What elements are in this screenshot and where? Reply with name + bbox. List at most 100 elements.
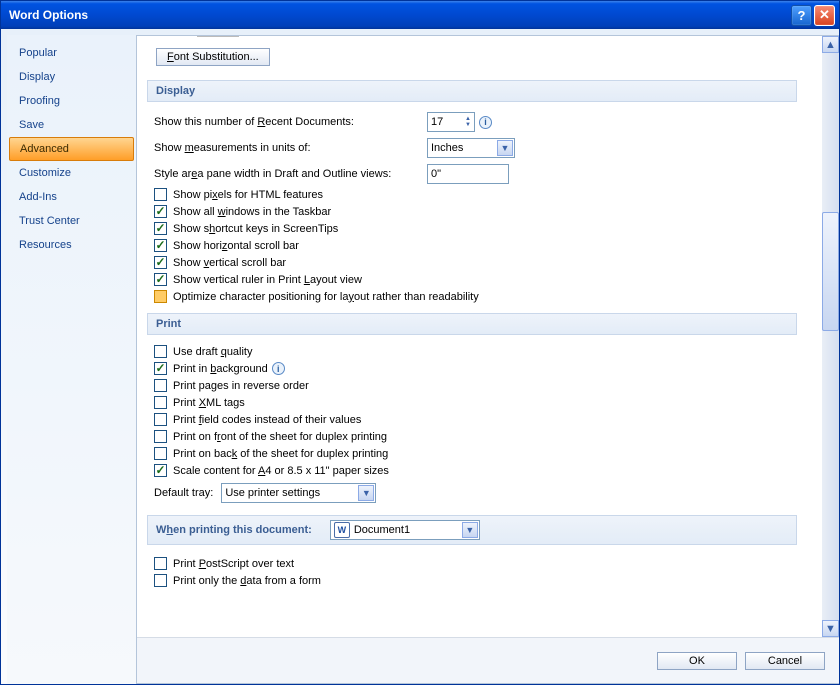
print-check-label-5: Print on front of the sheet for duplex p… xyxy=(173,431,387,443)
sidebar: Popular Display Proofing Save Advanced C… xyxy=(7,35,136,684)
vertical-scrollbar[interactable]: ▲ ▼ xyxy=(822,36,839,637)
display-check-row-5: Show vertical ruler in Print Layout view xyxy=(154,273,797,286)
display-check-row-6: Optimize character positioning for layou… xyxy=(154,290,797,303)
word-doc-icon: W xyxy=(334,522,350,538)
display-check-label-3: Show horizontal scroll bar xyxy=(173,240,299,252)
print-check-checkbox-6[interactable] xyxy=(154,447,167,460)
cancel-button[interactable]: Cancel xyxy=(745,652,825,670)
print-check-label-1: Print in background xyxy=(173,363,268,375)
print-check-row-1: Print in background i xyxy=(154,362,797,375)
main-panel: Size: Font Substitution... Display Show … xyxy=(136,35,839,684)
clipped-prev-section: Size: Font Substitution... xyxy=(147,42,797,72)
display-check-row-0: Show pixels for HTML features xyxy=(154,188,797,201)
content-pane: Size: Font Substitution... Display Show … xyxy=(137,36,839,637)
sidebar-item-save[interactable]: Save xyxy=(7,113,136,137)
sidebar-item-proofing[interactable]: Proofing xyxy=(7,89,136,113)
content-inner: Size: Font Substitution... Display Show … xyxy=(137,36,822,637)
print-check-checkbox-2[interactable] xyxy=(154,379,167,392)
print-check-checkbox-7[interactable] xyxy=(154,464,167,477)
display-check-row-1: Show all windows in the Taskbar xyxy=(154,205,797,218)
section-print-doc: When printing this document: W Document1… xyxy=(147,515,797,545)
recent-docs-value: 17 xyxy=(431,116,443,128)
printdoc-check-checkbox-0[interactable] xyxy=(154,557,167,570)
display-check-checkbox-0[interactable] xyxy=(154,188,167,201)
style-area-input[interactable]: 0" xyxy=(427,164,509,184)
font-substitution-label: Font Substitution... xyxy=(167,51,259,63)
style-area-label: Style area pane width in Draft and Outli… xyxy=(154,168,427,180)
scroll-thumb[interactable] xyxy=(822,212,839,331)
print-check-row-2: Print pages in reverse order xyxy=(154,379,797,392)
chevron-down-icon: ▼ xyxy=(497,140,513,156)
display-check-row-3: Show horizontal scroll bar xyxy=(154,239,797,252)
footer: OK Cancel xyxy=(137,637,839,683)
display-check-label-2: Show shortcut keys in ScreenTips xyxy=(173,223,338,235)
chevron-down-icon: ▼ xyxy=(358,485,374,501)
print-check-checkbox-1[interactable] xyxy=(154,362,167,375)
print-doc-combo[interactable]: W Document1 ▼ xyxy=(330,520,480,540)
info-icon[interactable]: i xyxy=(272,362,285,375)
print-check-row-4: Print field codes instead of their value… xyxy=(154,413,797,426)
display-check-checkbox-5[interactable] xyxy=(154,273,167,286)
scroll-track[interactable] xyxy=(822,53,839,620)
help-button[interactable]: ? xyxy=(791,5,812,26)
sidebar-item-popular[interactable]: Popular xyxy=(7,41,136,65)
display-check-checkbox-1[interactable] xyxy=(154,205,167,218)
print-check-checkbox-5[interactable] xyxy=(154,430,167,443)
display-check-label-5: Show vertical ruler in Print Layout view xyxy=(173,274,362,286)
sidebar-item-display[interactable]: Display xyxy=(7,65,136,89)
units-value: Inches xyxy=(431,142,463,154)
printdoc-check-label-0: Print PostScript over text xyxy=(173,558,294,570)
window-title: Word Options xyxy=(9,8,789,22)
print-check-checkbox-4[interactable] xyxy=(154,413,167,426)
sidebar-item-trust-center[interactable]: Trust Center xyxy=(7,209,136,233)
print-check-row-7: Scale content for A4 or 8.5 x 11" paper … xyxy=(154,464,797,477)
printdoc-check-row-1: Print only the data from a form xyxy=(154,574,797,587)
print-check-label-0: Use draft quality xyxy=(173,346,253,358)
print-check-checkbox-0[interactable] xyxy=(154,345,167,358)
display-check-row-4: Show vertical scroll bar xyxy=(154,256,797,269)
ok-button[interactable]: OK xyxy=(657,652,737,670)
display-check-label-6: Optimize character positioning for layou… xyxy=(173,291,479,303)
print-check-label-4: Print field codes instead of their value… xyxy=(173,414,361,426)
printdoc-check-checkbox-1[interactable] xyxy=(154,574,167,587)
display-check-label-4: Show vertical scroll bar xyxy=(173,257,286,269)
default-tray-combo[interactable]: Use printer settings ▼ xyxy=(221,483,376,503)
sidebar-item-resources[interactable]: Resources xyxy=(7,233,136,257)
chevron-down-icon: ▼ xyxy=(462,522,478,538)
printdoc-check-label-1: Print only the data from a form xyxy=(173,575,321,587)
display-check-checkbox-2[interactable] xyxy=(154,222,167,235)
sidebar-item-addins[interactable]: Add-Ins xyxy=(7,185,136,209)
titlebar: Word Options ? ✕ xyxy=(1,1,839,29)
section-display: Display xyxy=(147,80,797,102)
font-substitution-button[interactable]: Font Substitution... xyxy=(156,48,270,66)
section-print: Print xyxy=(147,313,797,335)
print-check-row-5: Print on front of the sheet for duplex p… xyxy=(154,430,797,443)
display-check-checkbox-3[interactable] xyxy=(154,239,167,252)
print-check-row-3: Print XML tags xyxy=(154,396,797,409)
display-check-checkbox-4[interactable] xyxy=(154,256,167,269)
units-combo[interactable]: Inches ▼ xyxy=(427,138,515,158)
scroll-down-icon[interactable]: ▼ xyxy=(822,620,839,637)
scroll-up-icon[interactable]: ▲ xyxy=(822,36,839,53)
display-check-label-1: Show all windows in the Taskbar xyxy=(173,206,331,218)
close-button[interactable]: ✕ xyxy=(814,5,835,26)
style-area-value: 0" xyxy=(431,168,441,180)
print-check-checkbox-3[interactable] xyxy=(154,396,167,409)
print-check-label-2: Print pages in reverse order xyxy=(173,380,309,392)
print-doc-value: Document1 xyxy=(354,524,410,536)
spinner-arrows-icon[interactable]: ▲▼ xyxy=(465,116,471,128)
size-field-ghost xyxy=(197,36,239,37)
print-doc-title: When printing this document: xyxy=(156,524,312,536)
body: Popular Display Proofing Save Advanced C… xyxy=(1,29,839,684)
sidebar-item-advanced[interactable]: Advanced xyxy=(9,137,134,161)
sidebar-item-customize[interactable]: Customize xyxy=(7,161,136,185)
print-check-label-7: Scale content for A4 or 8.5 x 11" paper … xyxy=(173,465,389,477)
display-check-row-2: Show shortcut keys in ScreenTips xyxy=(154,222,797,235)
print-check-row-6: Print on back of the sheet for duplex pr… xyxy=(154,447,797,460)
units-label: Show measurements in units of: xyxy=(154,142,427,154)
recent-docs-spinner[interactable]: 17 ▲▼ xyxy=(427,112,475,132)
size-ghost: Size: xyxy=(167,36,239,37)
display-check-checkbox-6[interactable] xyxy=(154,290,167,303)
info-icon[interactable]: i xyxy=(479,116,492,129)
default-tray-value: Use printer settings xyxy=(225,487,320,499)
